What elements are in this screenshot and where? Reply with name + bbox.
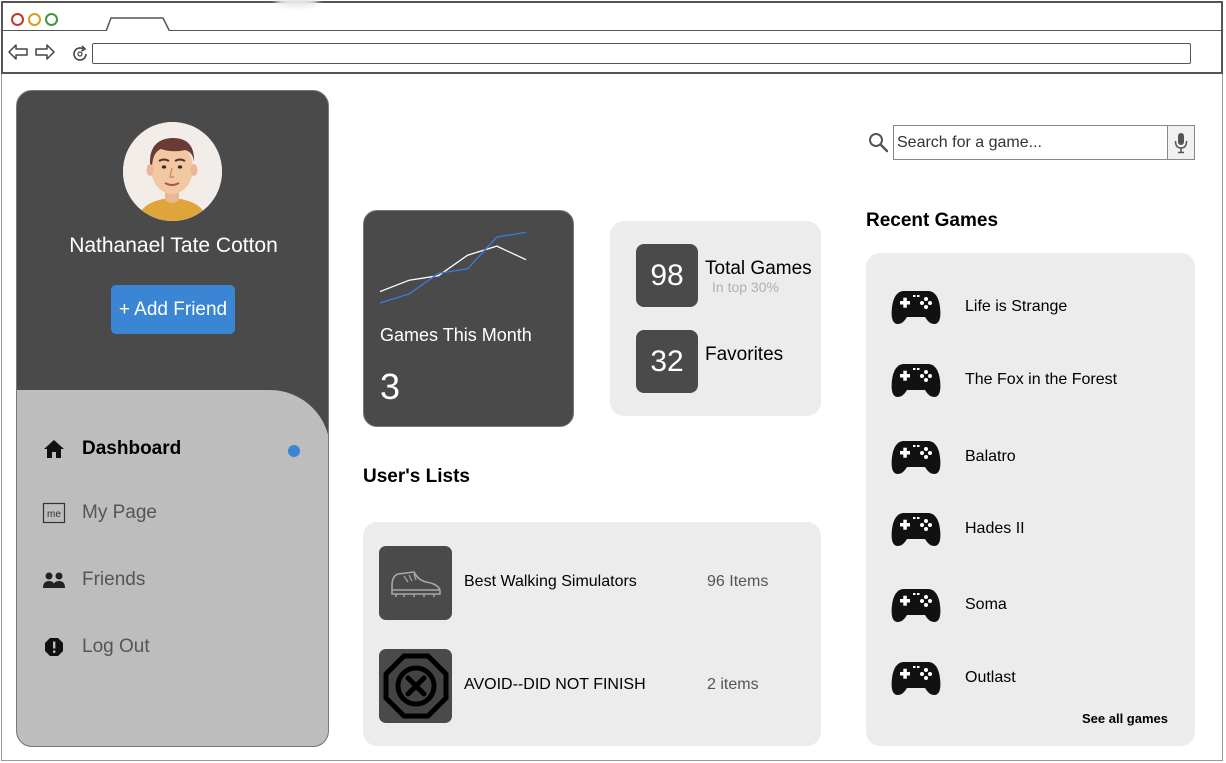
user-name: Nathanael Tate Cotton <box>69 234 278 257</box>
stats-card: 98 Total Games In top 30% 32 Favorites <box>610 221 821 416</box>
users-lists-card: Best Walking Simulators 96 Items AVOID--… <box>363 522 821 746</box>
tab-shadow <box>275 0 319 7</box>
svg-text:me: me <box>47 509 61 520</box>
list-item[interactable]: Best Walking Simulators 96 Items <box>379 546 799 620</box>
game-title: Outlast <box>965 669 1016 686</box>
games-month-sparkline <box>379 231 527 304</box>
search-box <box>893 125 1195 160</box>
maximize-window-button[interactable] <box>45 13 58 26</box>
home-icon <box>41 436 67 462</box>
gamepad-icon <box>891 364 941 397</box>
sidebar-item-label: Log Out <box>82 636 150 657</box>
games-this-month-card[interactable]: Games This Month 3 <box>363 210 574 427</box>
friends-icon <box>41 567 67 593</box>
reload-icon[interactable] <box>70 44 90 64</box>
favorites-label: Favorites <box>705 344 784 365</box>
games-month-value: 3 <box>380 366 401 407</box>
game-title: Balatro <box>965 448 1016 465</box>
browser-address-bar <box>1 31 1223 74</box>
user-avatar-illustration <box>123 122 222 221</box>
gamepad-icon <box>891 513 941 546</box>
gamepad-icon <box>891 662 941 695</box>
total-games-value: 98 <box>636 244 698 307</box>
game-title: Life is Strange <box>965 298 1068 315</box>
recent-games-title: Recent Games <box>866 210 999 231</box>
game-row[interactable]: Soma <box>891 585 1181 625</box>
game-title: Soma <box>965 596 1007 613</box>
sidebar-item-dashboard[interactable]: Dashboard <box>41 434 311 464</box>
game-row[interactable]: Life is Strange <box>891 287 1181 327</box>
sidebar-item-friends[interactable]: Friends <box>41 565 311 595</box>
sidebar-item-my-page[interactable]: me My Page <box>41 498 311 528</box>
back-arrow-icon[interactable] <box>7 43 29 61</box>
list-count: 2 items <box>707 676 759 693</box>
total-games-rank: In top 30% <box>712 279 779 295</box>
gamepad-icon <box>891 441 941 474</box>
url-input[interactable] <box>92 43 1191 64</box>
see-all-games-link[interactable]: See all games <box>1082 711 1168 726</box>
minimize-window-button[interactable] <box>28 13 41 26</box>
close-window-button[interactable] <box>11 13 24 26</box>
favorites-value: 32 <box>636 330 698 393</box>
browser-chrome <box>0 0 1226 74</box>
sparkline-series-0 <box>379 245 527 293</box>
list-name: Best Walking Simulators <box>464 573 637 590</box>
search-icon[interactable] <box>867 131 889 153</box>
users-lists-title: User's Lists <box>363 466 470 487</box>
alert-icon <box>41 634 67 660</box>
game-title: The Fox in the Forest <box>965 371 1118 388</box>
add-friend-button[interactable]: + Add Friend <box>111 285 235 334</box>
list-name: AVOID--DID NOT FINISH <box>464 676 646 693</box>
stop-x-icon <box>379 649 452 723</box>
list-item[interactable]: AVOID--DID NOT FINISH 2 items <box>379 649 799 723</box>
game-row[interactable]: Hades II <box>891 509 1181 549</box>
game-row[interactable]: The Fox in the Forest <box>891 360 1181 400</box>
microphone-button[interactable] <box>1167 126 1194 159</box>
game-row[interactable]: Outlast <box>891 658 1181 698</box>
microphone-icon <box>1174 132 1188 153</box>
game-row[interactable]: Balatro <box>891 437 1181 477</box>
sidebar-nav: Dashboard me My Page Friends Log Out <box>17 390 328 746</box>
me-icon: me <box>41 500 67 526</box>
recent-games-card: Life is Strange The Fox in the Forest Bala… <box>866 253 1195 746</box>
sidebar: Nathanael Tate Cotton + Add Friend Dashb… <box>16 90 329 747</box>
total-games-label: Total Games <box>705 258 812 279</box>
browser-titlebar <box>1 0 1223 34</box>
shoe-icon <box>379 546 452 620</box>
avatar[interactable] <box>123 122 222 221</box>
games-month-label: Games This Month <box>380 325 532 345</box>
sidebar-item-label: Dashboard <box>82 438 182 459</box>
sparkline-series-1 <box>379 231 527 304</box>
gamepad-icon <box>891 589 941 622</box>
sidebar-item-label: Friends <box>82 569 146 590</box>
list-count: 96 Items <box>707 573 769 590</box>
game-title: Hades II <box>965 520 1025 537</box>
sidebar-item-label: My Page <box>82 502 157 523</box>
active-indicator-dot <box>288 445 300 457</box>
sidebar-item-log-out[interactable]: Log Out <box>41 632 311 662</box>
gamepad-icon <box>891 291 941 324</box>
search-input[interactable] <box>894 126 1166 159</box>
forward-arrow-icon[interactable] <box>34 43 56 61</box>
